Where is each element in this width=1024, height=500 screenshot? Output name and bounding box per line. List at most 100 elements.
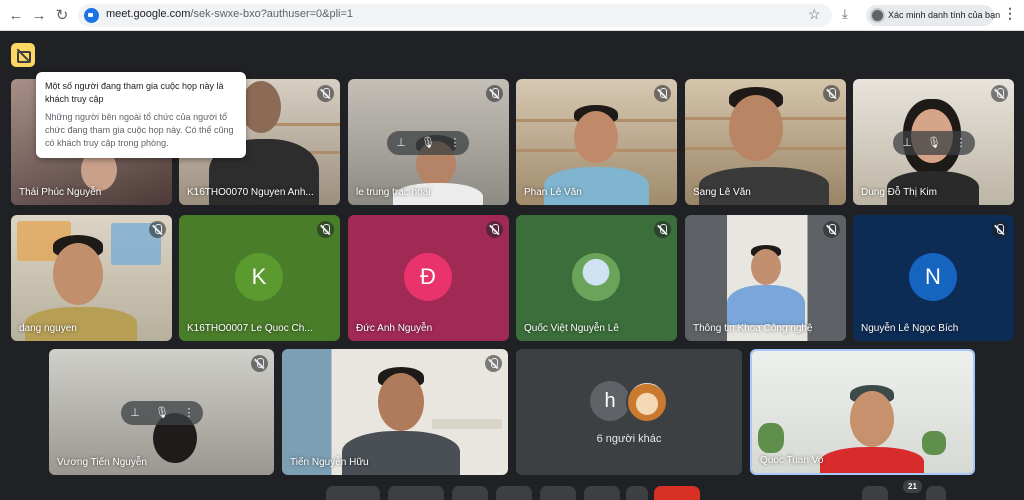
info-button[interactable] — [862, 486, 888, 500]
participant-name: Dung Đỗ Thị Kim — [861, 187, 937, 198]
participant-photo-avatar — [572, 253, 620, 301]
person-body — [820, 447, 924, 473]
participant-tile[interactable]: Sang Lê Văn — [685, 79, 846, 205]
person-head — [850, 391, 894, 447]
captions-button[interactable] — [452, 486, 488, 500]
participant-name: Tiến Nguyễn Hữu — [290, 457, 369, 468]
leave-call-button[interactable] — [654, 486, 700, 500]
tile-overlay-controls: ⊥ 🎙 ⋮ — [121, 401, 203, 425]
present-button[interactable] — [540, 486, 576, 500]
verify-identity-button[interactable]: Xác minh danh tính của bạn — [866, 5, 1000, 26]
participant-name: dang nguyen — [19, 323, 77, 334]
verify-identity-label: Xác minh danh tính của bạn — [888, 10, 1001, 20]
mic-muted-icon — [823, 221, 840, 238]
participant-count-badge: 21 — [903, 480, 922, 493]
mic-muted-icon — [317, 221, 334, 238]
participant-tile[interactable]: Tiến Nguyễn Hữu — [282, 349, 508, 475]
pin-icon[interactable]: ⊥ — [393, 135, 409, 151]
participant-name: Phan Lê Văn — [524, 187, 582, 198]
plant — [758, 423, 784, 453]
mic-muted-icon — [485, 355, 502, 372]
address-bar[interactable]: meet.google.com/sek-swxe-bxo?authuser=0&… — [78, 4, 832, 27]
mic-muted-icon[interactable]: 🎙 — [154, 405, 170, 421]
profile-avatar-icon — [870, 8, 885, 23]
meeting-controls-bar — [0, 486, 1024, 500]
participant-name: Đức Anh Nguyễn — [356, 323, 433, 334]
browser-menu-icon[interactable]: ⋮ — [1003, 5, 1017, 22]
person-head — [378, 373, 424, 431]
participant-tile[interactable]: ⊥ 🎙 ⋮ Vương Tiến Nguyễn — [49, 349, 274, 475]
participant-name: K16THO0070 Nguyen Anh... — [187, 187, 314, 198]
participant-name: Sang Lê Văn — [693, 187, 751, 198]
reload-icon[interactable]: ↻ — [52, 6, 72, 26]
more-options-icon[interactable]: ⋮ — [181, 405, 197, 421]
mic-muted-icon — [991, 85, 1008, 102]
participant-tile[interactable]: ⊥ 🎙 ⋮ le trung trac hoai — [348, 79, 509, 205]
participant-tile[interactable]: Thông tin Khoa Công nghệ — [685, 215, 846, 341]
others-label: 6 người khác — [596, 433, 662, 445]
participant-tile[interactable]: dang nguyen — [11, 215, 172, 341]
pin-icon[interactable]: ⊥ — [899, 135, 915, 151]
others-tile[interactable]: h 6 người khác — [516, 349, 742, 475]
meet-site-icon — [84, 8, 99, 23]
forward-icon[interactable]: → — [29, 6, 49, 26]
participant-name: K16THO0007 Le Quoc Ch... — [187, 323, 313, 334]
office-table — [432, 419, 502, 429]
url-text[interactable]: meet.google.com/sek-swxe-bxo?authuser=0&… — [106, 8, 353, 20]
mic-muted-icon — [149, 221, 166, 238]
person-head — [574, 111, 618, 163]
participant-tile[interactable]: Quốc Việt Nguyễn Lê — [516, 215, 677, 341]
emoji-button[interactable] — [626, 486, 648, 500]
mic-muted-icon — [991, 221, 1008, 238]
mic-muted-icon[interactable]: 🎙 — [420, 135, 436, 151]
pin-icon[interactable]: ⊥ — [127, 405, 143, 421]
participant-name: Thái Phúc Nguyễn — [19, 187, 102, 198]
participant-initial-avatar: K — [235, 253, 283, 301]
participant-tile[interactable]: N Nguyễn Lê Ngọc Bích — [853, 215, 1014, 341]
person-body — [544, 167, 649, 205]
participant-tile[interactable]: Đ Đức Anh Nguyễn — [348, 215, 509, 341]
bookmark-star-icon[interactable]: ☆ — [808, 6, 821, 23]
more-options-icon[interactable]: ⋮ — [953, 135, 969, 151]
guest-notice-tooltip: Một số người đang tham gia cuộc họp này … — [36, 72, 246, 158]
mic-muted-icon — [317, 85, 334, 102]
tooltip-title: Một số người đang tham gia cuộc họp này … — [45, 81, 224, 104]
browser-toolbar: ← → ↻ meet.google.com/sek-swxe-bxo?authu… — [0, 0, 1024, 31]
participant-tile[interactable]: K K16THO0007 Le Quoc Ch... — [179, 215, 340, 341]
guest-notice-button[interactable] — [11, 43, 35, 67]
participant-name: Vương Tiến Nguyễn — [57, 457, 147, 468]
person-head — [729, 95, 783, 161]
participant-tile[interactable]: Quoc Tuan Vo — [750, 349, 975, 475]
participant-name: Quốc Việt Nguyễn Lê — [524, 323, 619, 334]
mic-muted-icon — [486, 221, 503, 238]
others-initial-avatar: h — [590, 381, 630, 421]
mic-muted-icon — [654, 85, 671, 102]
person-body — [727, 285, 805, 325]
url-domain: meet.google.com — [106, 8, 191, 20]
more-options-button[interactable] — [584, 486, 620, 500]
mic-control-button[interactable] — [326, 486, 380, 500]
mic-muted-icon — [251, 355, 268, 372]
participant-name: Quoc Tuan Vo — [760, 455, 824, 466]
person-head — [241, 81, 281, 133]
person-head — [751, 249, 781, 285]
mic-muted-icon — [654, 221, 671, 238]
person-body — [699, 167, 829, 205]
mic-muted-icon[interactable]: 🎙 — [926, 135, 942, 151]
participant-tile[interactable]: ⊥ 🎙 ⋮ Dung Đỗ Thị Kim — [853, 79, 1014, 205]
participant-tile[interactable]: Phan Lê Văn — [516, 79, 677, 205]
raise-hand-button[interactable] — [496, 486, 532, 500]
back-icon[interactable]: ← — [6, 6, 26, 26]
tooltip-body: Những người bên ngoài tổ chức của người … — [45, 112, 234, 148]
mic-muted-icon — [486, 85, 503, 102]
mic-muted-icon — [823, 85, 840, 102]
camera-control-button[interactable] — [388, 486, 444, 500]
participant-name: le trung trac hoai — [356, 187, 431, 198]
person-body — [342, 431, 460, 475]
download-icon[interactable]: ⤓ — [842, 6, 848, 22]
chat-button[interactable] — [926, 486, 946, 500]
plant — [922, 431, 946, 455]
person-head — [53, 243, 103, 305]
tile-overlay-controls: ⊥ 🎙 ⋮ — [387, 131, 469, 155]
more-options-icon[interactable]: ⋮ — [447, 135, 463, 151]
